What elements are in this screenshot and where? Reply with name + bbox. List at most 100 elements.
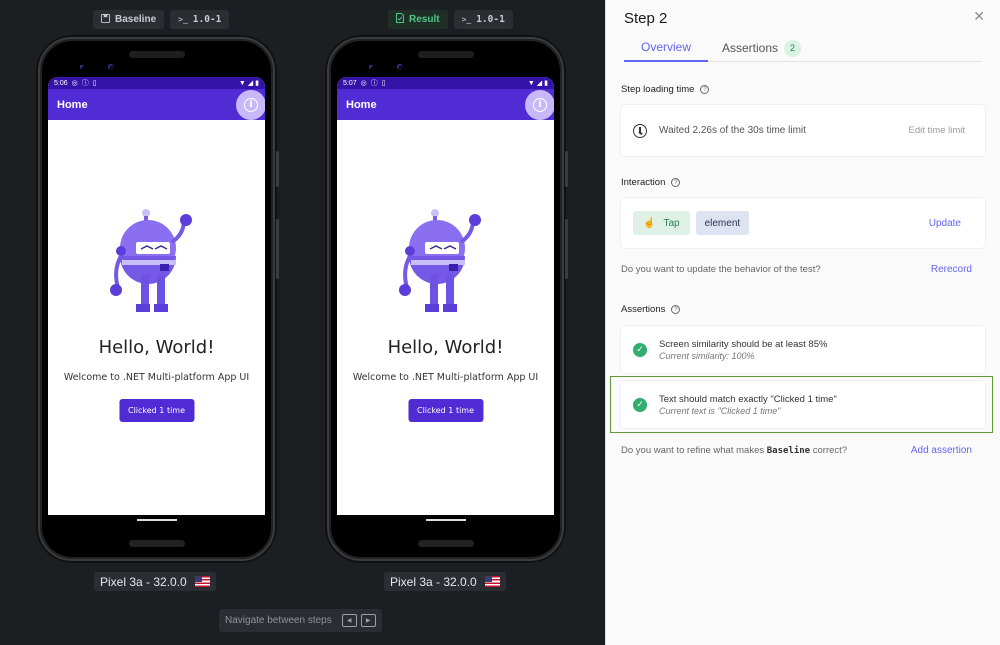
phone-side-button — [276, 219, 279, 279]
panel-title: Step 2 — [624, 10, 668, 27]
app-bar: Home i — [48, 89, 265, 120]
battery-icon: ▮ — [544, 80, 548, 87]
clock-icon — [633, 123, 647, 138]
app-bar-title: Home — [346, 98, 377, 111]
status-info-icon: ⓘ — [370, 80, 378, 87]
help-icon[interactable]: ? — [700, 85, 710, 94]
target-element-pill: element — [695, 211, 750, 235]
home-indicator — [136, 519, 177, 521]
hello-heading: Hello, World! — [387, 337, 504, 358]
loading-section-label: Step loading time ? — [621, 84, 710, 95]
phone-bottom-speaker — [417, 540, 474, 547]
navigate-steps-hint: Navigate between steps ◀ ▶ — [219, 609, 382, 632]
phone-sensor — [80, 65, 84, 69]
dotnet-bot-image — [110, 209, 192, 312]
note-suffix: correct? — [810, 445, 848, 456]
phone-camera — [108, 64, 114, 70]
phone-speaker — [417, 51, 474, 58]
info-icon: i — [533, 98, 547, 112]
baseline-tag[interactable]: Baseline — [93, 10, 165, 29]
us-flag-icon — [194, 576, 210, 587]
welcome-text: Welcome to .NET Multi-platform App UI — [352, 372, 539, 383]
phone-bottom-speaker — [128, 540, 185, 547]
baseline-phone: 5:06 ◎ ⓘ ▯ ▼ ◢ ▮ Home i Hello, World! We… — [38, 37, 279, 561]
interaction-label: Interaction — [621, 177, 666, 188]
close-icon[interactable]: ✕ — [973, 8, 985, 25]
result-version-label: 1.0-1 — [476, 14, 505, 25]
phone-camera — [397, 64, 403, 70]
interaction-card: ☝ Tap element Update — [621, 198, 985, 248]
tab-assertions-label: Assertions — [722, 41, 779, 55]
welcome-text: Welcome to .NET Multi-platform App UI — [63, 372, 250, 383]
navigate-steps-label: Navigate between steps — [225, 615, 332, 626]
info-button[interactable]: i — [525, 90, 554, 120]
selected-assertion-highlight — [610, 376, 993, 433]
help-icon[interactable]: ? — [671, 305, 681, 314]
baseline-device-label: Pixel 3a - 32.0.0 — [94, 572, 216, 591]
assertions-note-text: Do you want to refine what makes Baselin… — [621, 445, 847, 456]
assertions-label: Assertions — [621, 304, 666, 315]
info-icon: i — [244, 98, 258, 112]
next-step-key-icon[interactable]: ▶ — [360, 614, 376, 627]
terminal-icon: >_ — [178, 15, 188, 24]
phone-side-button — [565, 219, 568, 279]
edit-time-limit-link[interactable]: Edit time limit — [909, 125, 965, 136]
wifi-icon: ▼ — [527, 79, 535, 87]
tap-action-pill: ☝ Tap — [633, 211, 690, 235]
device-name: Pixel 3a - 32.0.0 — [390, 574, 477, 589]
add-assertion-link[interactable]: Add assertion — [911, 445, 972, 456]
status-battery-saver-icon: ▯ — [381, 80, 386, 87]
app-bar-title: Home — [57, 98, 88, 111]
baseline-screen: 5:06 ◎ ⓘ ▯ ▼ ◢ ▮ Home i Hello, World! We… — [48, 77, 265, 515]
note-prefix: Do you want to refine what makes — [621, 445, 767, 456]
app-content: Hello, World! Welcome to .NET Multi-plat… — [337, 120, 554, 515]
android-status-bar: 5:07 ◎ ⓘ ▯ ▼ ◢ ▮ — [337, 77, 554, 89]
tab-assertions[interactable]: Assertions 2 — [708, 34, 815, 62]
assertion-title: Screen similarity should be at least 85% — [659, 338, 828, 350]
assertions-count-badge: 2 — [784, 39, 802, 57]
tab-overview[interactable]: Overview — [624, 34, 708, 62]
document-check-icon — [396, 13, 404, 26]
phone-side-button — [565, 151, 568, 187]
home-indicator — [425, 519, 466, 521]
tab-overview-label: Overview — [640, 40, 691, 54]
result-phone: 5:07 ◎ ⓘ ▯ ▼ ◢ ▮ Home i Hello, World! We… — [327, 37, 568, 561]
terminal-icon: >_ — [461, 15, 472, 24]
counter-button[interactable]: Clicked 1 time — [407, 399, 484, 422]
us-flag-icon — [484, 576, 500, 587]
hand-pointer-icon: ☝ — [643, 217, 656, 229]
loading-text: Waited 2.26s of the 30s time limit — [659, 125, 806, 136]
status-info-icon: ⓘ — [81, 80, 89, 87]
loading-card: Waited 2.26s of the 30s time limit Edit … — [621, 105, 985, 156]
help-icon[interactable]: ? — [671, 178, 681, 187]
previous-step-key-icon[interactable]: ◀ — [341, 614, 357, 627]
interaction-note: Do you want to update the behavior of th… — [621, 264, 972, 275]
step-details-panel: Step 2 ✕ Overview Assertions 2 Step load… — [605, 0, 1000, 645]
update-link[interactable]: Update — [929, 218, 961, 229]
tap-action-label: Tap — [663, 217, 680, 229]
result-screen: 5:07 ◎ ⓘ ▯ ▼ ◢ ▮ Home i Hello, World! We… — [337, 77, 554, 515]
phone-side-button — [276, 151, 279, 187]
assertions-note: Do you want to refine what makes Baselin… — [621, 445, 972, 456]
assertions-section-label: Assertions ? — [621, 304, 681, 315]
signal-icon: ◢ — [247, 80, 254, 87]
counter-button[interactable]: Clicked 1 time — [118, 399, 195, 422]
loading-label: Step loading time — [621, 84, 695, 95]
result-tag[interactable]: Result — [388, 10, 448, 29]
result-version-tag[interactable]: >_ 1.0-1 — [453, 10, 513, 29]
wifi-icon: ▼ — [238, 79, 246, 87]
rerecord-link[interactable]: Rerecord — [931, 264, 972, 275]
status-notification-icon: ◎ — [71, 80, 78, 87]
result-tagbar: Result >_ 1.0-1 — [388, 10, 513, 29]
device-name: Pixel 3a - 32.0.0 — [100, 574, 187, 589]
baseline-version-tag[interactable]: >_ 1.0-1 — [170, 10, 230, 29]
info-button[interactable]: i — [236, 90, 265, 120]
phone-sensor — [369, 65, 373, 69]
assertion-item[interactable]: ✓ Screen similarity should be at least 8… — [621, 326, 985, 373]
status-notification-icon: ◎ — [360, 80, 367, 87]
baseline-code: Baseline — [766, 446, 811, 456]
phone-speaker — [128, 51, 185, 58]
status-time: 5:07 — [343, 79, 357, 87]
save-icon — [101, 13, 110, 26]
result-device-label: Pixel 3a - 32.0.0 — [384, 572, 506, 591]
